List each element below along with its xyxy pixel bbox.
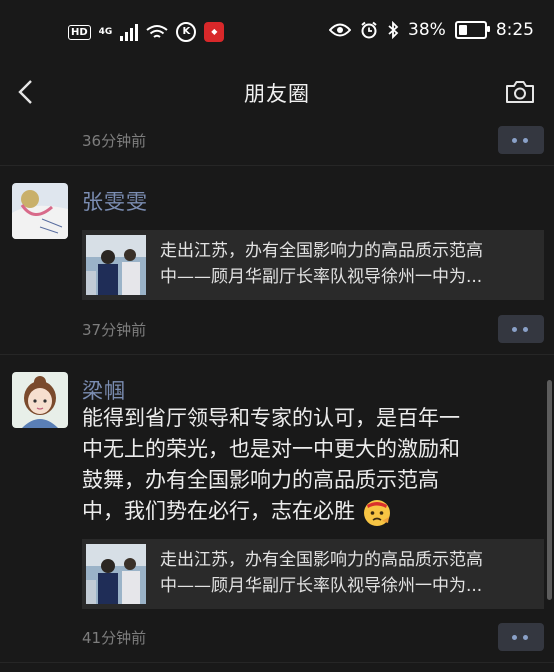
link-thumbnail bbox=[86, 235, 146, 295]
bluetooth-icon bbox=[388, 21, 399, 39]
link-card[interactable]: 走出江苏，办有全国影响力的高品质示范高 中——顾月华副厅长率队视导徐州一中为..… bbox=[82, 230, 544, 300]
link-thumbnail bbox=[86, 544, 146, 604]
divider bbox=[0, 662, 554, 663]
divider bbox=[0, 354, 554, 355]
link-title: 走出江苏，办有全国影响力的高品质示范高 中——顾月华副厅长率队视导徐州一中为..… bbox=[160, 550, 483, 596]
battery-icon bbox=[454, 21, 490, 39]
link-card[interactable]: 走出江苏，办有全国影响力的高品质示范高 中——顾月华副厅长率队视导徐州一中为..… bbox=[82, 539, 544, 609]
network-type: 4G bbox=[98, 26, 113, 37]
avatar[interactable] bbox=[12, 183, 68, 239]
wifi-icon bbox=[146, 25, 168, 38]
post-author-name[interactable]: 梁帼 bbox=[82, 375, 126, 405]
post-time: 41分钟前 bbox=[82, 629, 147, 647]
signal-icon bbox=[120, 23, 139, 41]
post-text: 能得到省厅领导和专家的认可，是百年一 中无上的荣光，也是对一中更大的激励和 鼓舞… bbox=[82, 403, 538, 527]
divider bbox=[0, 165, 554, 166]
link-title: 走出江苏，办有全国影响力的高品质示范高 中——顾月华副厅长率队视导徐州一中为..… bbox=[160, 241, 483, 287]
more-actions-button[interactable] bbox=[498, 623, 544, 651]
avatar[interactable] bbox=[12, 372, 68, 428]
k-app-icon: K bbox=[176, 22, 197, 42]
page-title: 朋友圈 bbox=[244, 82, 310, 106]
determined-face-emoji-icon bbox=[363, 500, 390, 526]
more-actions-button[interactable] bbox=[498, 315, 544, 343]
alarm-icon bbox=[361, 21, 377, 39]
post-time: 37分钟前 bbox=[82, 321, 147, 339]
battery-percent: 38% bbox=[408, 20, 446, 40]
camera-icon[interactable] bbox=[504, 78, 536, 106]
eye-icon bbox=[329, 23, 352, 37]
news-app-icon: ◆ bbox=[204, 22, 225, 42]
status-bar: HD 4G K ◆ 38% 8:25 bbox=[0, 0, 554, 64]
scrollbar[interactable] bbox=[547, 380, 552, 600]
clock: 8:25 bbox=[495, 20, 534, 40]
moments-feed[interactable]: 36分钟前 张雯雯 走出江苏，办有全国影响力的高品质示范高 中——顾月华副厅长率… bbox=[0, 120, 554, 672]
hd-icon: HD bbox=[68, 24, 91, 40]
post-author-name[interactable]: 张雯雯 bbox=[82, 186, 148, 216]
nav-bar: 朋友圈 bbox=[0, 64, 554, 120]
more-actions-button[interactable] bbox=[498, 126, 544, 154]
post-time: 36分钟前 bbox=[82, 132, 147, 150]
